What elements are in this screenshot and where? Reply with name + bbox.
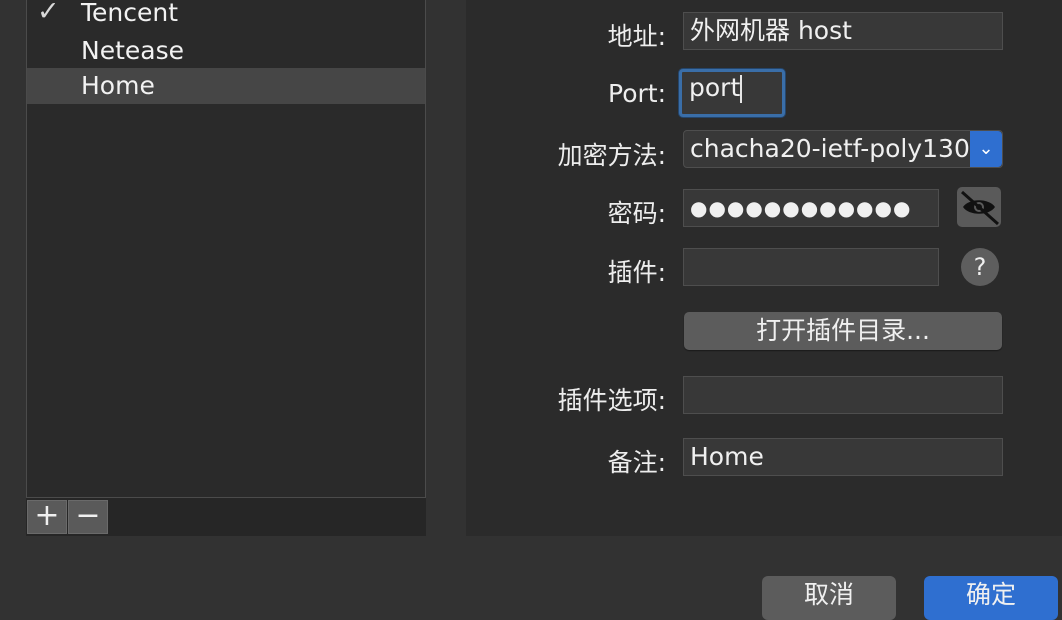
plugin-label: 插件: bbox=[607, 258, 666, 287]
remarks-field[interactable]: Home bbox=[683, 438, 1003, 476]
eye-hidden-icon bbox=[961, 190, 999, 226]
server-list-item-netease[interactable]: Netease bbox=[27, 33, 425, 69]
encryption-label: 加密方法: bbox=[557, 141, 666, 170]
cancel-button[interactable]: 取消 bbox=[762, 576, 896, 620]
server-list-item-tencent[interactable]: ✓ Tencent bbox=[27, 0, 425, 31]
server-list-item-label: Home bbox=[81, 71, 155, 100]
plugin-options-field[interactable] bbox=[683, 376, 1003, 414]
checkmark-icon: ✓ bbox=[37, 0, 60, 27]
toggle-password-visibility-button[interactable] bbox=[957, 187, 1001, 227]
server-config-form: 地址: 外网机器 host Port: port 加密方法: chacha20-… bbox=[466, 0, 1062, 536]
address-label: 地址: bbox=[607, 22, 666, 51]
list-toolbar: + − bbox=[26, 500, 110, 536]
remarks-label: 备注: bbox=[607, 448, 666, 477]
server-list-item-home[interactable]: Home bbox=[27, 68, 425, 104]
server-list-item-label: Netease bbox=[81, 36, 184, 65]
text-caret bbox=[740, 75, 742, 103]
open-plugin-directory-button[interactable]: 打开插件目录... bbox=[684, 312, 1002, 350]
port-label: Port: bbox=[608, 79, 666, 108]
server-list-panel: ✓ Tencent Netease Home + − bbox=[26, 0, 426, 536]
plugin-options-label: 插件选项: bbox=[557, 386, 666, 415]
add-server-button[interactable]: + bbox=[27, 500, 67, 534]
password-field[interactable]: ●●●●●●●●●●●● bbox=[683, 189, 939, 227]
address-field[interactable]: 外网机器 host bbox=[683, 12, 1003, 50]
server-list[interactable]: ✓ Tencent Netease Home bbox=[26, 0, 426, 498]
chevron-down-icon: ⌄ bbox=[970, 131, 1002, 167]
server-list-item-label: Tencent bbox=[81, 0, 179, 27]
plugin-help-button[interactable]: ? bbox=[961, 248, 999, 286]
password-label: 密码: bbox=[607, 199, 666, 228]
plugin-field[interactable] bbox=[683, 248, 939, 286]
remove-server-button[interactable]: − bbox=[68, 500, 108, 534]
port-field-value: port bbox=[689, 73, 741, 102]
encryption-select-value: chacha20-ietf-poly1305 bbox=[690, 134, 986, 163]
encryption-select[interactable]: chacha20-ietf-poly1305 ⌄ bbox=[683, 130, 1003, 168]
ok-button[interactable]: 确定 bbox=[924, 576, 1058, 620]
port-field[interactable]: port bbox=[679, 69, 785, 117]
